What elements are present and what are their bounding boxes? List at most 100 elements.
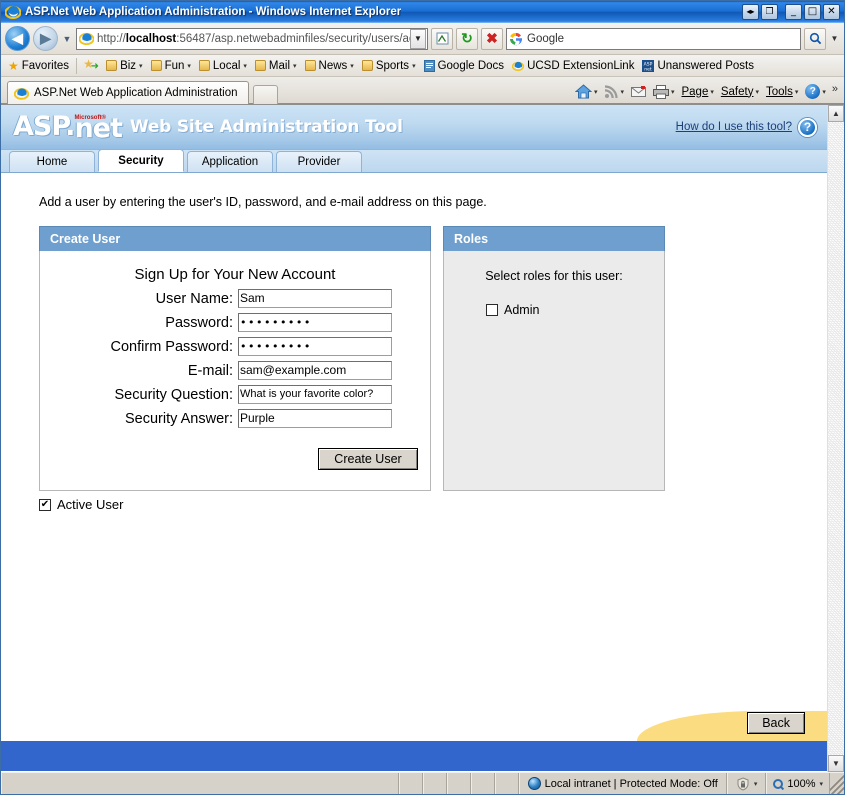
tab-provider[interactable]: Provider: [276, 151, 362, 172]
chevron-down-icon: ▾: [350, 62, 354, 70]
zoom-control[interactable]: 100% ▾: [766, 773, 830, 794]
active-user-row[interactable]: ✔ Active User: [39, 497, 827, 512]
favbar-separator: [76, 57, 78, 74]
security-question-input[interactable]: What is your favorite color?: [238, 385, 392, 404]
favorite-item-google-docs[interactable]: Google Docs: [420, 56, 508, 75]
help-menu-button[interactable]: ? ▾: [802, 83, 829, 100]
favorites-button[interactable]: ★ Favorites: [4, 56, 73, 75]
question-mark-icon: ?: [805, 84, 821, 99]
folder-icon: [254, 60, 266, 71]
address-path: :56487/asp.netwebadminfiles/security/use…: [176, 32, 410, 45]
stop-icon[interactable]: ✖: [481, 27, 503, 50]
chevron-down-icon: ▾: [187, 62, 191, 70]
overflow-chevron-icon[interactable]: »: [830, 83, 840, 95]
chevron-down-icon: ▾: [243, 62, 247, 70]
feeds-button[interactable]: ▾: [601, 84, 627, 100]
role-checkbox-admin[interactable]: [486, 304, 498, 316]
page-menu-label: Page: [681, 85, 709, 98]
minimize-icon[interactable]: _: [785, 4, 802, 20]
favorite-label: Local: [212, 59, 241, 72]
tab-security[interactable]: Security: [98, 149, 184, 172]
favorite-label: Unanswered Posts: [657, 59, 754, 72]
status-cell-2: [422, 773, 447, 794]
add-to-favorites-icon: ★ ➜: [83, 57, 100, 72]
back-button[interactable]: Back: [747, 712, 805, 734]
favorite-item-ucsd-extensionlink[interactable]: UCSD ExtensionLink: [508, 56, 638, 75]
scroll-up-arrow-icon[interactable]: ▲: [828, 105, 844, 122]
create-user-form: User Name: Sam Password: ••••••••• Confi…: [48, 289, 422, 428]
search-box[interactable]: Google: [506, 27, 801, 50]
status-cell-3: [446, 773, 471, 794]
address-dropdown-icon[interactable]: ▼: [410, 28, 426, 49]
folder-icon: [106, 60, 118, 71]
confirm-password-input[interactable]: •••••••••: [238, 337, 392, 356]
how-do-i-use-this-tool-link[interactable]: How do I use this tool?: [676, 121, 792, 133]
vertical-scrollbar[interactable]: ▲ ▼: [827, 105, 844, 772]
favorites-bar: ★ Favorites ★ ➜ Biz ▾ Fun ▾ Local ▾ Mail…: [1, 55, 844, 77]
back-icon[interactable]: ◀: [5, 26, 30, 51]
print-button[interactable]: ▾: [650, 84, 678, 100]
home-button[interactable]: ▾: [572, 83, 601, 100]
search-input[interactable]: Google: [527, 33, 799, 45]
maximize-icon[interactable]: □: [804, 4, 821, 20]
tab-home[interactable]: Home: [9, 151, 95, 172]
help-icon[interactable]: ?: [798, 117, 817, 137]
search-icon[interactable]: [804, 27, 826, 50]
panels-row: Create User Sign Up for Your New Account…: [39, 226, 827, 491]
favorite-label: Mail: [268, 59, 291, 72]
address-bar[interactable]: http://localhost:56487/asp.netwebadminfi…: [76, 27, 428, 50]
email-label: E-mail:: [187, 362, 233, 379]
status-cell-5: [494, 773, 519, 794]
security-zone[interactable]: Local intranet | Protected Mode: Off: [518, 773, 727, 794]
role-row-admin[interactable]: Admin: [444, 303, 664, 317]
aspnet-logo: ASP. Microsoft® net: [13, 113, 123, 142]
favorite-item-biz[interactable]: Biz ▾: [102, 56, 147, 75]
security-answer-input[interactable]: Purple: [238, 409, 392, 428]
favorite-item-mail[interactable]: Mail ▾: [251, 56, 301, 75]
forward-icon[interactable]: ▶: [33, 26, 58, 51]
favorite-item-news[interactable]: News ▾: [301, 56, 358, 75]
favorite-item-sports[interactable]: Sports ▾: [358, 56, 420, 75]
user-name-input[interactable]: Sam: [238, 289, 392, 308]
scroll-down-arrow-icon[interactable]: ▼: [828, 755, 844, 772]
tools-menu-button[interactable]: Tools ▾: [763, 85, 801, 99]
email-input[interactable]: sam@example.com: [238, 361, 392, 380]
create-user-button-row: Create User: [48, 448, 422, 470]
add-to-favorites-bar-button[interactable]: ★ ➜: [80, 56, 102, 75]
new-tab-button[interactable]: [252, 85, 278, 104]
footer-bar: [1, 741, 827, 771]
folder-icon: [150, 60, 162, 71]
browser-tab[interactable]: ASP.Net Web Application Administration: [7, 81, 249, 104]
signup-title: Sign Up for Your New Account: [134, 266, 336, 283]
restore-down-left-icon[interactable]: ◂▸: [742, 4, 759, 20]
tab-application[interactable]: Application: [187, 151, 273, 172]
privacy-report-button[interactable]: ▾: [726, 773, 767, 794]
recent-pages-caret-icon[interactable]: ▼: [61, 34, 73, 44]
resize-grip[interactable]: [830, 773, 844, 794]
favorite-item-unanswered-posts[interactable]: ASP net Unanswered Posts: [638, 56, 758, 75]
intro-text: Add a user by entering the user's ID, pa…: [39, 195, 487, 209]
favorite-label: Biz: [120, 59, 137, 72]
active-user-checkbox[interactable]: ✔: [39, 498, 51, 511]
password-input[interactable]: •••••••••: [238, 313, 392, 332]
address-scheme: http://: [97, 32, 126, 45]
security-question-label: Security Question:: [114, 386, 233, 403]
chevron-down-icon: ▾: [822, 88, 826, 96]
read-mail-button[interactable]: [628, 85, 649, 99]
restore-window-icon[interactable]: ❐: [761, 4, 778, 20]
create-user-button[interactable]: Create User: [318, 448, 418, 470]
window-controls: ◂▸ ❐ _ □ ✕: [742, 4, 842, 20]
close-icon[interactable]: ✕: [823, 4, 840, 20]
help-area: How do I use this tool? ?: [676, 117, 817, 137]
create-user-panel: Create User Sign Up for Your New Account…: [39, 226, 431, 491]
star-icon: ★: [8, 58, 19, 73]
favorite-item-fun[interactable]: Fun ▾: [147, 56, 195, 75]
back-button-wrapper: Back: [747, 712, 805, 734]
favorite-item-local[interactable]: Local ▾: [195, 56, 251, 75]
safety-menu-button[interactable]: Safety ▾: [718, 85, 762, 99]
compatibility-view-icon[interactable]: [431, 27, 453, 50]
page-menu-button[interactable]: Page ▾: [678, 85, 716, 99]
chevron-down-icon: ▾: [710, 88, 714, 96]
search-dropdown-icon[interactable]: ▼: [829, 28, 840, 50]
refresh-icon[interactable]: ↻: [456, 27, 478, 50]
